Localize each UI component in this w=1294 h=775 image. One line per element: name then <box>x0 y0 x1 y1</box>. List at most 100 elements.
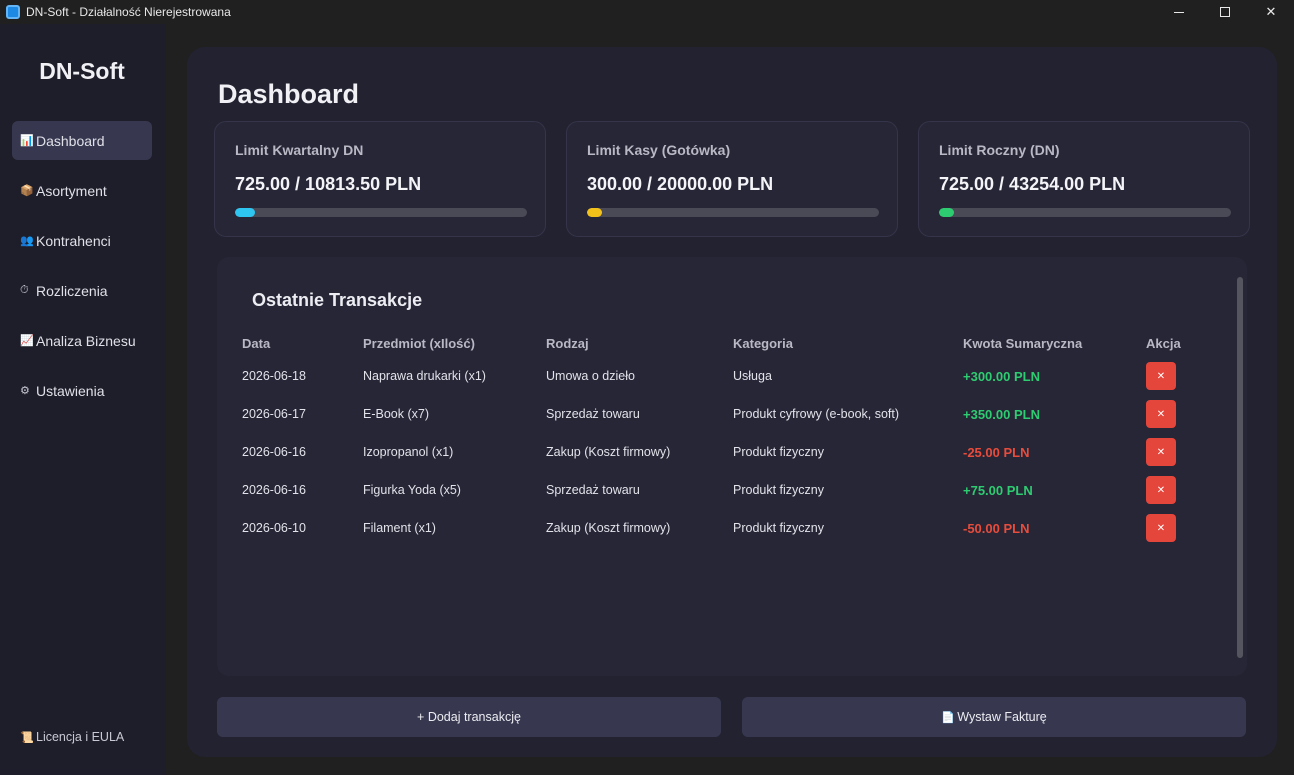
maximize-button[interactable] <box>1202 0 1248 24</box>
cell-type: Sprzedaż towaru <box>546 407 640 421</box>
cell-date: 2026-06-16 <box>242 445 306 459</box>
sidebar-item-dashboard[interactable]: 📊 Dashboard <box>12 121 152 160</box>
column-header-kwota: Kwota Sumaryczna <box>963 335 1083 351</box>
close-icon: ✕ <box>1156 446 1166 458</box>
chart-icon: 📊 <box>20 135 34 147</box>
cell-action: ✕ <box>1146 400 1206 428</box>
delete-button[interactable]: ✕ <box>1146 514 1176 542</box>
card-value: 300.00 / 20000.00 PLN <box>587 174 774 194</box>
transactions-table: Data Przedmiot (xIlość) Rodzaj Kategoria… <box>242 329 1206 547</box>
cell-amount: -25.00 PLN <box>963 444 1030 460</box>
cell-action: ✕ <box>1146 476 1206 504</box>
column-header-rodzaj: Rodzaj <box>546 335 589 351</box>
issue-invoice-label: Wystaw Fakturę <box>957 710 1047 724</box>
cell-item: E-Book (x7) <box>363 407 429 421</box>
sidebar-item-rozliczenia[interactable]: ⏱ Rozliczenia <box>12 271 152 310</box>
delete-button[interactable]: ✕ <box>1146 400 1176 428</box>
table-header-row: Data Przedmiot (xIlość) Rodzaj Kategoria… <box>242 329 1206 357</box>
sidebar-item-analiza-biznesu[interactable]: 📈 Analiza Biznesu <box>12 321 152 360</box>
scroll-icon: 📜 <box>20 731 34 744</box>
add-transaction-button[interactable]: + Dodaj transakcję <box>217 697 721 737</box>
cell-amount: +350.00 PLN <box>963 406 1040 422</box>
users-icon: 👥 <box>20 235 34 247</box>
sidebar-item-label: Dashboard <box>36 132 105 149</box>
sidebar-item-ustawienia[interactable]: ⚙ Ustawienia <box>12 371 152 410</box>
cell-type: Umowa o dzieło <box>546 369 635 383</box>
cell-category: Produkt fizyczny <box>733 445 825 459</box>
card-value: 725.00 / 10813.50 PLN <box>235 174 422 194</box>
card-title: Limit Kasy (Gotówka) <box>587 142 731 158</box>
cell-action: ✕ <box>1146 362 1206 390</box>
cell-type: Zakup (Koszt firmowy) <box>546 445 671 459</box>
close-icon: ✕ <box>1156 522 1166 534</box>
package-icon: 📦 <box>20 185 34 197</box>
sidebar-item-asortyment[interactable]: 📦 Asortyment <box>12 171 152 210</box>
table-row: 2026-06-18 Naprawa drukarki (x1) Umowa o… <box>242 357 1206 395</box>
license-link[interactable]: 📜 Licencja i EULA <box>20 730 124 744</box>
sidebar-item-label: Analiza Biznesu <box>36 332 136 349</box>
cell-category: Produkt fizyczny <box>733 521 825 535</box>
add-transaction-label: + Dodaj transakcję <box>417 710 521 724</box>
column-header-kategoria: Kategoria <box>733 335 793 351</box>
limit-card-kwartalny: Limit Kwartalny DN 725.00 / 10813.50 PLN <box>214 121 546 237</box>
minimize-button[interactable] <box>1156 0 1202 24</box>
page-title: Dashboard <box>218 79 360 109</box>
delete-button[interactable]: ✕ <box>1146 438 1176 466</box>
cell-category: Usługa <box>733 369 772 383</box>
column-header-przedmiot: Przedmiot (xIlość) <box>363 335 475 351</box>
limit-card-kasy: Limit Kasy (Gotówka) 300.00 / 20000.00 P… <box>566 121 898 237</box>
window-title: DN-Soft - Działalność Nierejestrowana <box>26 5 231 19</box>
app-icon <box>6 5 20 19</box>
brand-title: DN-Soft <box>39 58 125 84</box>
window-controls: ✕ <box>1156 0 1294 24</box>
sidebar: DN-Soft 📊 Dashboard 📦 Asortyment 👥 Kontr… <box>0 24 166 775</box>
column-header-akcja: Akcja <box>1146 335 1181 351</box>
cell-amount: -50.00 PLN <box>963 520 1030 536</box>
card-value: 725.00 / 43254.00 PLN <box>939 174 1126 194</box>
progress-bar <box>235 208 527 217</box>
progress-bar <box>939 208 1231 217</box>
issue-invoice-button[interactable]: 📄 Wystaw Fakturę <box>742 697 1246 737</box>
column-header-data: Data <box>242 335 271 351</box>
sidebar-item-kontrahenci[interactable]: 👥 Kontrahenci <box>12 221 152 260</box>
delete-button[interactable]: ✕ <box>1146 362 1176 390</box>
minimize-icon <box>1174 11 1184 13</box>
progress-fill <box>235 208 255 217</box>
cell-item: Izopropanol (x1) <box>363 445 454 459</box>
sidebar-item-label: Rozliczenia <box>36 282 108 299</box>
cell-action: ✕ <box>1146 514 1206 542</box>
table-row: 2026-06-16 Figurka Yoda (x5) Sprzedaż to… <box>242 471 1206 509</box>
cell-category: Produkt fizyczny <box>733 483 825 497</box>
table-row: 2026-06-17 E-Book (x7) Sprzedaż towaru P… <box>242 395 1206 433</box>
window-titlebar: DN-Soft - Działalność Nierejestrowana ✕ <box>0 0 1294 24</box>
progress-fill <box>939 208 954 217</box>
maximize-icon <box>1220 7 1230 17</box>
sidebar-item-label: Asortyment <box>36 182 107 199</box>
gear-icon: ⚙ <box>20 385 30 397</box>
table-row: 2026-06-10 Filament (x1) Zakup (Koszt fi… <box>242 509 1206 547</box>
table-row: 2026-06-16 Izopropanol (x1) Zakup (Koszt… <box>242 433 1206 471</box>
sidebar-item-label: Kontrahenci <box>36 232 111 249</box>
close-button[interactable]: ✕ <box>1248 0 1294 24</box>
cell-item: Filament (x1) <box>363 521 436 535</box>
progress-bar <box>587 208 879 217</box>
delete-button[interactable]: ✕ <box>1146 476 1176 504</box>
transactions-title: Ostatnie Transakcje <box>252 290 423 310</box>
cell-date: 2026-06-18 <box>242 369 306 383</box>
cell-item: Naprawa drukarki (x1) <box>363 369 486 383</box>
cell-amount: +75.00 PLN <box>963 482 1033 498</box>
cell-date: 2026-06-10 <box>242 521 306 535</box>
cell-date: 2026-06-16 <box>242 483 306 497</box>
sidebar-item-label: Ustawienia <box>36 382 105 399</box>
document-icon: 📄 <box>941 711 955 724</box>
close-icon: ✕ <box>1156 484 1166 496</box>
main-panel: Dashboard Limit Kwartalny DN 725.00 / 10… <box>187 47 1277 757</box>
sidebar-nav: 📊 Dashboard 📦 Asortyment 👥 Kontrahenci ⏱… <box>12 121 152 421</box>
card-title: Limit Roczny (DN) <box>939 142 1060 158</box>
trend-chart-icon: 📈 <box>20 335 34 347</box>
scrollbar[interactable] <box>1237 277 1243 658</box>
close-icon: ✕ <box>1156 370 1166 382</box>
cell-item: Figurka Yoda (x5) <box>363 483 461 497</box>
cell-type: Zakup (Koszt firmowy) <box>546 521 671 535</box>
card-title: Limit Kwartalny DN <box>235 142 364 158</box>
